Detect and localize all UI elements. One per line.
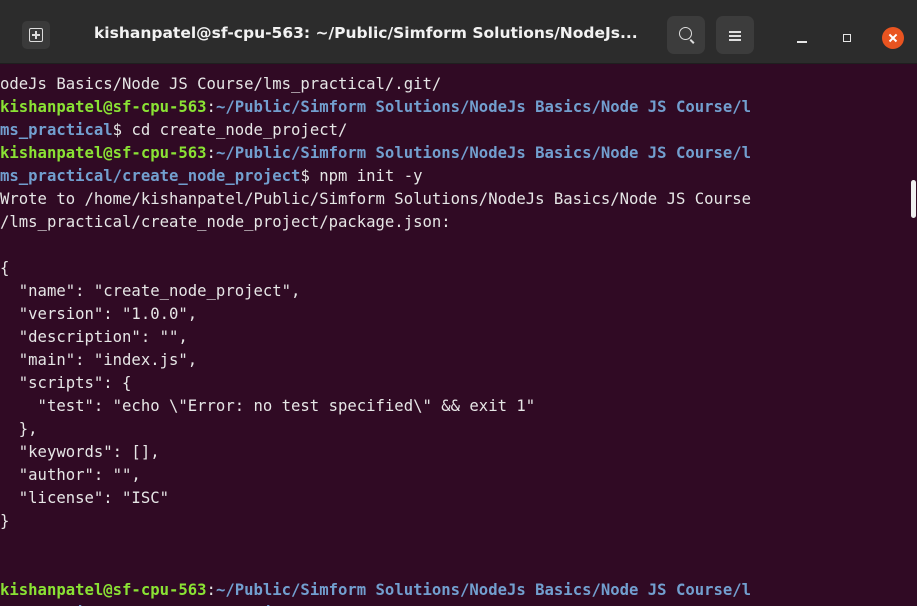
terminal-line: "version": "1.0.0", xyxy=(0,303,910,326)
close-icon xyxy=(882,27,904,49)
terminal-text-plain: "scripts": { xyxy=(0,374,132,392)
terminal-text-user: kishanpatel@sf-cpu-563 xyxy=(0,144,207,162)
terminal-text-path: ~/Public/Simform Solutions/NodeJs Basics… xyxy=(215,581,752,599)
terminal-text-path: ms_practical/create_node_project xyxy=(0,167,301,185)
terminal-text-path: ~/Public/Simform Solutions/NodeJs Basics… xyxy=(215,144,752,162)
minimize-icon[interactable] xyxy=(797,41,807,43)
terminal-line: Wrote to /home/kishanpatel/Public/Simfor… xyxy=(0,188,910,211)
terminal-line: "keywords": [], xyxy=(0,441,910,464)
terminal-line: ms_practical/create_node_project$ npm in… xyxy=(0,165,910,188)
terminal-line: ms_practical$ cd create_node_project/ xyxy=(0,119,910,142)
terminal-line: "description": "", xyxy=(0,326,910,349)
close-button[interactable] xyxy=(882,27,904,49)
terminal-text-plain: "description": "", xyxy=(0,328,188,346)
terminal-line: kishanpatel@sf-cpu-563:~/Public/Simform … xyxy=(0,579,910,602)
scrollbar-thumb[interactable] xyxy=(911,180,916,218)
maximize-icon[interactable] xyxy=(843,34,851,42)
terminal-text-path: ~/Public/Simform Solutions/NodeJs Basics… xyxy=(215,98,752,116)
title-bar[interactable]: kishanpatel@sf-cpu-563: ~/Public/Simform… xyxy=(0,0,917,64)
terminal-text-path: ms_practical xyxy=(0,121,113,139)
terminal-line: "author": "", xyxy=(0,464,910,487)
terminal-text-plain: : xyxy=(206,581,216,599)
terminal-window: kishanpatel@sf-cpu-563: ~/Public/Simform… xyxy=(0,0,917,606)
terminal-text-plain: "author": "", xyxy=(0,466,141,484)
scrollbar[interactable] xyxy=(910,64,917,606)
terminal-output[interactable]: odeJs Basics/Node JS Course/lms_practica… xyxy=(0,64,910,606)
terminal-line: kishanpatel@sf-cpu-563:~/Public/Simform … xyxy=(0,96,910,119)
terminal-text-plain: "test": "echo \"Error: no test specified… xyxy=(0,397,536,415)
terminal-line: /lms_practical/create_node_project/packa… xyxy=(0,211,910,234)
terminal-line: ms_practical/create_node_project$ git st… xyxy=(0,602,910,606)
terminal-text-user: kishanpatel@sf-cpu-563 xyxy=(0,581,207,599)
terminal-line: "scripts": { xyxy=(0,372,910,395)
search-button[interactable] xyxy=(667,16,705,54)
terminal-text-plain: } xyxy=(0,512,10,530)
menu-button[interactable] xyxy=(716,16,754,54)
terminal-text-user: kishanpatel@sf-cpu-563 xyxy=(0,98,207,116)
search-icon xyxy=(679,27,692,40)
terminal-line: { xyxy=(0,257,910,280)
terminal-text-plain: odeJs Basics/Node JS Course/lms_practica… xyxy=(0,75,442,93)
terminal-text-plain: "keywords": [], xyxy=(0,443,160,461)
terminal-text-plain: "name": "create_node_project", xyxy=(0,282,301,300)
terminal-line: "license": "ISC" xyxy=(0,487,910,510)
terminal-line: "test": "echo \"Error: no test specified… xyxy=(0,395,910,418)
terminal-line: } xyxy=(0,510,910,533)
terminal-text-plain: : xyxy=(206,144,216,162)
hamburger-menu-icon xyxy=(729,29,741,41)
terminal-line: }, xyxy=(0,418,910,441)
terminal-line: "name": "create_node_project", xyxy=(0,280,910,303)
window-title: kishanpatel@sf-cpu-563: ~/Public/Simform… xyxy=(94,24,638,42)
terminal-text-plain: "version": "1.0.0", xyxy=(0,305,198,323)
terminal-line: odeJs Basics/Node JS Course/lms_practica… xyxy=(0,73,910,96)
terminal-text-plain: : xyxy=(206,98,216,116)
terminal-text-plain: $ npm init -y xyxy=(300,167,423,185)
terminal-text-plain: { xyxy=(0,259,10,277)
terminal-text-plain: /lms_practical/create_node_project/packa… xyxy=(0,213,451,231)
terminal-text-plain: "license": "ISC" xyxy=(0,489,169,507)
new-tab-button[interactable] xyxy=(22,21,50,49)
terminal-text-plain: Wrote to /home/kishanpatel/Public/Simfor… xyxy=(0,190,752,208)
terminal-line: kishanpatel@sf-cpu-563:~/Public/Simform … xyxy=(0,142,910,165)
new-tab-icon xyxy=(29,28,43,42)
terminal-line: "main": "index.js", xyxy=(0,349,910,372)
terminal-text-plain: "main": "index.js", xyxy=(0,351,198,369)
terminal-text-plain: $ cd create_node_project/ xyxy=(112,121,348,139)
terminal-text-plain: }, xyxy=(0,420,38,438)
